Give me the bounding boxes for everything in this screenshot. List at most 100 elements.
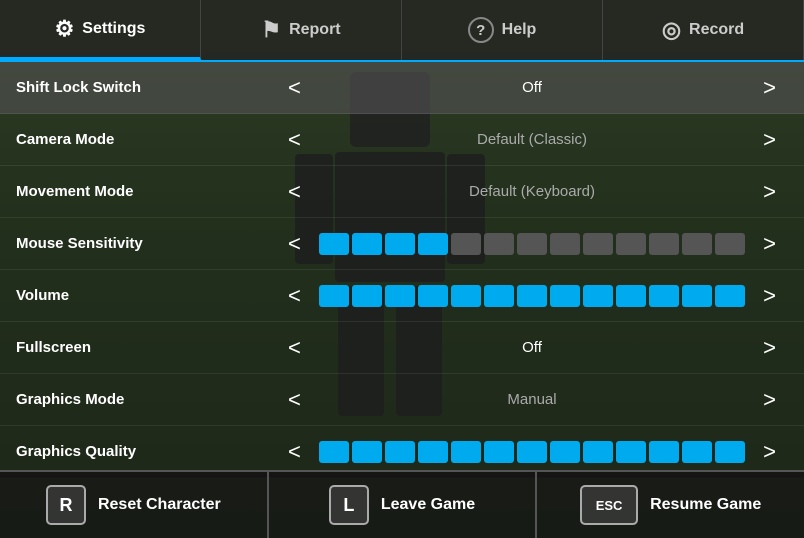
- tab-record[interactable]: ◎ Record: [603, 0, 804, 60]
- fullscreen-next[interactable]: >: [751, 335, 788, 361]
- setting-row-graphics-mode: Graphics Mode < Manual >: [0, 374, 804, 426]
- tab-help-label: Help: [502, 21, 537, 39]
- slider-block: [418, 233, 448, 255]
- help-icon: ?: [468, 17, 494, 43]
- mouse-sensitivity-slider[interactable]: [313, 233, 751, 255]
- volume-prev[interactable]: <: [276, 283, 313, 309]
- slider-block: [319, 285, 349, 307]
- slider-block: [550, 441, 580, 463]
- reset-character-button[interactable]: R Reset Character: [0, 472, 269, 538]
- resume-game-label: Resume Game: [650, 496, 761, 514]
- mouse-sensitivity-control: < >: [276, 231, 788, 257]
- leave-game-button[interactable]: L Leave Game: [269, 472, 538, 538]
- settings-panel: Shift Lock Switch < Off > Camera Mode < …: [0, 62, 804, 478]
- slider-block: [583, 441, 613, 463]
- mouse-sensitivity-prev[interactable]: <: [276, 231, 313, 257]
- slider-block: [715, 285, 745, 307]
- setting-row-mouse-sensitivity: Mouse Sensitivity < >: [0, 218, 804, 270]
- shift-lock-value: Off: [313, 79, 751, 96]
- slider-block: [385, 441, 415, 463]
- graphics-mode-control: < Manual >: [276, 387, 788, 413]
- slider-block: [550, 285, 580, 307]
- slider-block: [451, 441, 481, 463]
- mouse-sensitivity-next[interactable]: >: [751, 231, 788, 257]
- slider-block: [649, 285, 679, 307]
- slider-block: [451, 233, 481, 255]
- volume-slider[interactable]: [313, 285, 751, 307]
- slider-block: [616, 233, 646, 255]
- shift-lock-control: < Off >: [276, 75, 788, 101]
- fullscreen-prev[interactable]: <: [276, 335, 313, 361]
- camera-mode-label: Camera Mode: [16, 131, 276, 148]
- graphics-mode-next[interactable]: >: [751, 387, 788, 413]
- slider-block: [517, 285, 547, 307]
- slider-block: [616, 441, 646, 463]
- volume-control: < >: [276, 283, 788, 309]
- shift-lock-label: Shift Lock Switch: [16, 79, 276, 96]
- mouse-sensitivity-label: Mouse Sensitivity: [16, 235, 276, 252]
- slider-block: [616, 285, 646, 307]
- volume-label: Volume: [16, 287, 276, 304]
- slider-block: [484, 441, 514, 463]
- slider-block: [319, 441, 349, 463]
- movement-mode-control: < Default (Keyboard) >: [276, 179, 788, 205]
- tab-report[interactable]: ⚑ Report: [201, 0, 402, 60]
- slider-block: [517, 441, 547, 463]
- setting-row-shift-lock: Shift Lock Switch < Off >: [0, 62, 804, 114]
- slider-block: [682, 441, 712, 463]
- tab-report-label: Report: [289, 21, 341, 39]
- leave-game-label: Leave Game: [381, 496, 475, 514]
- graphics-quality-control: < >: [276, 439, 788, 465]
- slider-block: [715, 441, 745, 463]
- reset-character-label: Reset Character: [98, 496, 221, 514]
- slider-block: [517, 233, 547, 255]
- slider-block: [418, 285, 448, 307]
- slider-block: [682, 285, 712, 307]
- fullscreen-label: Fullscreen: [16, 339, 276, 356]
- slider-block: [649, 441, 679, 463]
- graphics-quality-next[interactable]: >: [751, 439, 788, 465]
- setting-row-fullscreen: Fullscreen < Off >: [0, 322, 804, 374]
- volume-next[interactable]: >: [751, 283, 788, 309]
- topbar: ⚙ Settings ⚑ Report ? Help ◎ Record: [0, 0, 804, 62]
- graphics-quality-slider[interactable]: [313, 441, 751, 463]
- slider-block: [484, 233, 514, 255]
- tab-settings[interactable]: ⚙ Settings: [0, 0, 201, 60]
- camera-mode-next[interactable]: >: [751, 127, 788, 153]
- camera-mode-value: Default (Classic): [313, 131, 751, 148]
- settings-icon: ⚙: [55, 18, 75, 40]
- slider-block: [319, 233, 349, 255]
- tab-settings-label: Settings: [82, 20, 145, 38]
- action-bar: R Reset Character L Leave Game ESC Resum…: [0, 470, 804, 538]
- graphics-mode-prev[interactable]: <: [276, 387, 313, 413]
- resume-game-button[interactable]: ESC Resume Game: [537, 472, 804, 538]
- graphics-quality-label: Graphics Quality: [16, 443, 276, 460]
- leave-key-badge: L: [329, 485, 369, 525]
- fullscreen-control: < Off >: [276, 335, 788, 361]
- slider-block: [682, 233, 712, 255]
- reset-key-badge: R: [46, 485, 86, 525]
- setting-row-volume: Volume < >: [0, 270, 804, 322]
- slider-block: [385, 233, 415, 255]
- camera-mode-prev[interactable]: <: [276, 127, 313, 153]
- slider-block: [352, 441, 382, 463]
- movement-mode-next[interactable]: >: [751, 179, 788, 205]
- graphics-quality-prev[interactable]: <: [276, 439, 313, 465]
- fullscreen-value: Off: [313, 339, 751, 356]
- shift-lock-prev[interactable]: <: [276, 75, 313, 101]
- slider-block: [583, 285, 613, 307]
- slider-block: [418, 441, 448, 463]
- slider-block: [451, 285, 481, 307]
- report-icon: ⚑: [261, 19, 281, 41]
- slider-block: [352, 233, 382, 255]
- movement-mode-prev[interactable]: <: [276, 179, 313, 205]
- graphics-mode-value: Manual: [313, 391, 751, 408]
- record-icon: ◎: [662, 19, 681, 41]
- tab-help[interactable]: ? Help: [402, 0, 603, 60]
- movement-mode-value: Default (Keyboard): [313, 183, 751, 200]
- resume-key-badge: ESC: [580, 485, 638, 525]
- slider-block: [583, 233, 613, 255]
- shift-lock-next[interactable]: >: [751, 75, 788, 101]
- slider-block: [550, 233, 580, 255]
- camera-mode-control: < Default (Classic) >: [276, 127, 788, 153]
